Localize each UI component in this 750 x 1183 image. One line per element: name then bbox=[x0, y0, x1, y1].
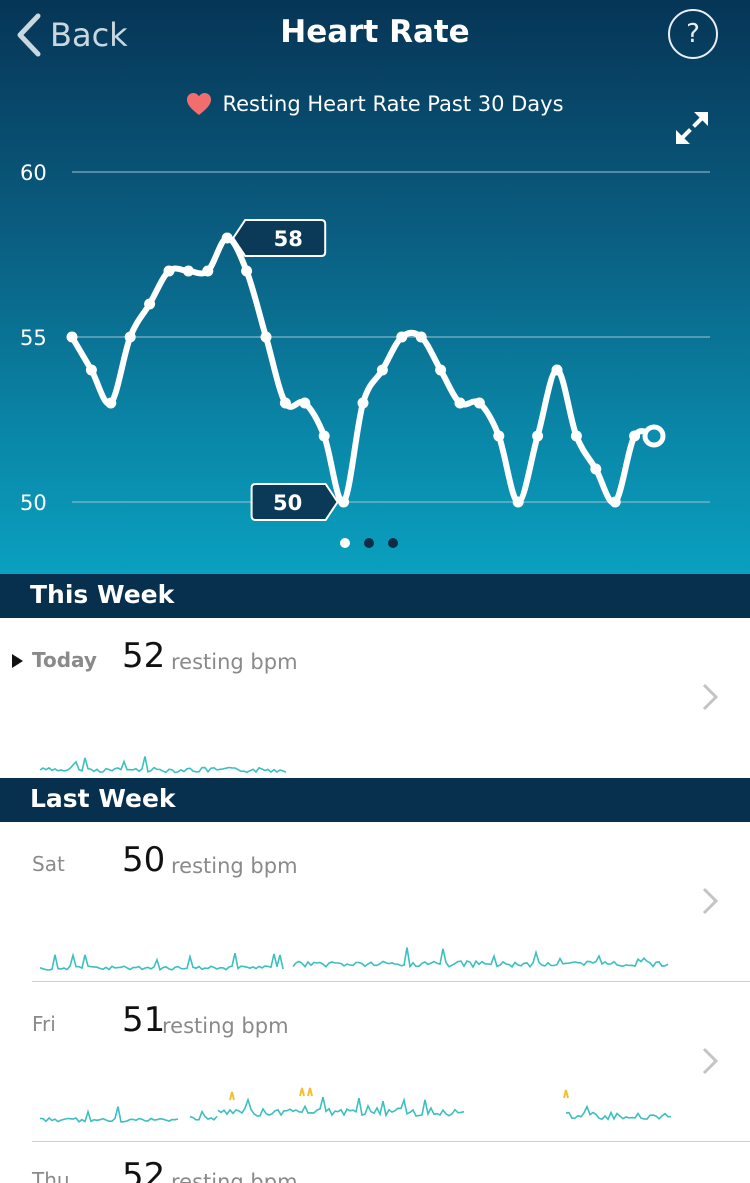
resting-value: 50 bbox=[122, 840, 166, 880]
expand-icon[interactable] bbox=[672, 108, 712, 148]
subtitle-text: Resting Heart Rate Past 30 Days bbox=[222, 92, 564, 116]
data-point bbox=[493, 430, 505, 442]
callout-max: 58 bbox=[231, 219, 327, 257]
data-point bbox=[396, 331, 408, 343]
sparkline-trace bbox=[292, 947, 669, 969]
data-point bbox=[609, 496, 621, 508]
data-point bbox=[376, 364, 388, 376]
page-dot-3[interactable] bbox=[388, 538, 398, 548]
sparkline-trace bbox=[39, 756, 287, 774]
section-last-week: Last Week bbox=[0, 778, 750, 822]
data-point bbox=[318, 430, 330, 442]
day-row-today[interactable]: Today 52 resting bpm bbox=[0, 618, 750, 778]
data-point bbox=[260, 331, 272, 343]
page-title: Heart Rate bbox=[280, 14, 470, 50]
resting-value: 52 bbox=[122, 636, 166, 676]
chart-subtitle: Resting Heart Rate Past 30 Days bbox=[0, 92, 750, 116]
sparkline bbox=[39, 1087, 672, 1123]
data-point-current bbox=[642, 424, 666, 448]
day-label: Today bbox=[32, 648, 97, 672]
data-point bbox=[124, 331, 136, 343]
data-point bbox=[570, 430, 582, 442]
sparkline bbox=[39, 947, 669, 972]
sparkline-trace bbox=[39, 952, 284, 972]
data-point bbox=[182, 265, 194, 277]
resting-value: 52 bbox=[122, 1156, 166, 1183]
data-point bbox=[221, 232, 233, 244]
data-point bbox=[241, 265, 253, 277]
y-tick-label: 50 bbox=[20, 491, 47, 515]
data-point bbox=[590, 463, 602, 475]
day-label: Sat bbox=[32, 852, 65, 876]
resting-unit: resting bpm bbox=[171, 1170, 298, 1183]
data-point bbox=[105, 397, 117, 409]
help-button[interactable]: ? bbox=[668, 9, 718, 59]
day-row-fri[interactable]: Fri 51 resting bpm bbox=[0, 982, 750, 1142]
sparkline-peak bbox=[307, 1087, 313, 1097]
resting-unit: resting bpm bbox=[162, 1014, 289, 1038]
day-label: Fri bbox=[32, 1012, 56, 1036]
sparkline-trace bbox=[217, 1096, 465, 1118]
data-point bbox=[512, 496, 524, 508]
data-point bbox=[202, 265, 214, 277]
data-point bbox=[144, 298, 156, 310]
page-indicator bbox=[340, 538, 398, 548]
nav-bar: Back Heart Rate ? bbox=[0, 0, 750, 72]
data-point bbox=[66, 331, 78, 343]
resting-unit: resting bpm bbox=[171, 854, 298, 878]
data-point bbox=[532, 430, 544, 442]
resting-hr-chart: 50 55 60 58 50 bbox=[20, 161, 710, 521]
data-point bbox=[473, 397, 485, 409]
sparkline bbox=[39, 756, 287, 774]
page-dot-2[interactable] bbox=[364, 538, 374, 548]
resting-unit: resting bpm bbox=[171, 650, 298, 674]
data-point bbox=[415, 331, 427, 343]
y-tick-label: 60 bbox=[20, 161, 47, 185]
y-tick-label: 55 bbox=[20, 326, 47, 350]
data-point bbox=[357, 397, 369, 409]
data-point bbox=[551, 364, 563, 376]
sparkline-peak bbox=[299, 1087, 305, 1097]
callout-label: 50 bbox=[273, 491, 302, 515]
hero-panel: Back Heart Rate ? Resting Heart Rate Pas… bbox=[0, 0, 750, 574]
day-label: Thu bbox=[32, 1168, 70, 1183]
chevron-right-icon bbox=[702, 683, 719, 711]
heart-icon bbox=[187, 93, 212, 115]
page-dot-1[interactable] bbox=[340, 538, 350, 548]
callout-label: 58 bbox=[274, 227, 303, 251]
callout-min: 50 bbox=[250, 483, 339, 521]
section-title: Last Week bbox=[30, 784, 176, 813]
selected-marker-icon bbox=[12, 654, 23, 668]
data-point bbox=[163, 265, 175, 277]
data-point bbox=[435, 364, 447, 376]
sparkline-trace bbox=[565, 1104, 672, 1121]
data-point bbox=[338, 496, 350, 508]
data-point bbox=[279, 397, 291, 409]
chevron-right-icon bbox=[702, 1047, 719, 1075]
day-row-thu[interactable]: Thu 52 resting bpm bbox=[0, 1142, 750, 1183]
resting-value: 51 bbox=[122, 1000, 166, 1040]
sparkline-peak bbox=[563, 1089, 569, 1099]
data-point bbox=[454, 397, 466, 409]
data-point bbox=[629, 430, 641, 442]
series-line bbox=[69, 235, 657, 506]
section-title: This Week bbox=[30, 580, 175, 609]
data-point bbox=[85, 364, 97, 376]
sparkline-trace bbox=[189, 1109, 218, 1121]
sparkline-trace bbox=[39, 1106, 179, 1123]
sparkline-peak bbox=[229, 1091, 235, 1101]
data-point bbox=[299, 397, 311, 409]
day-row-sat[interactable]: Sat 50 resting bpm bbox=[0, 822, 750, 982]
section-this-week: This Week bbox=[0, 574, 750, 618]
chevron-right-icon bbox=[702, 887, 719, 915]
